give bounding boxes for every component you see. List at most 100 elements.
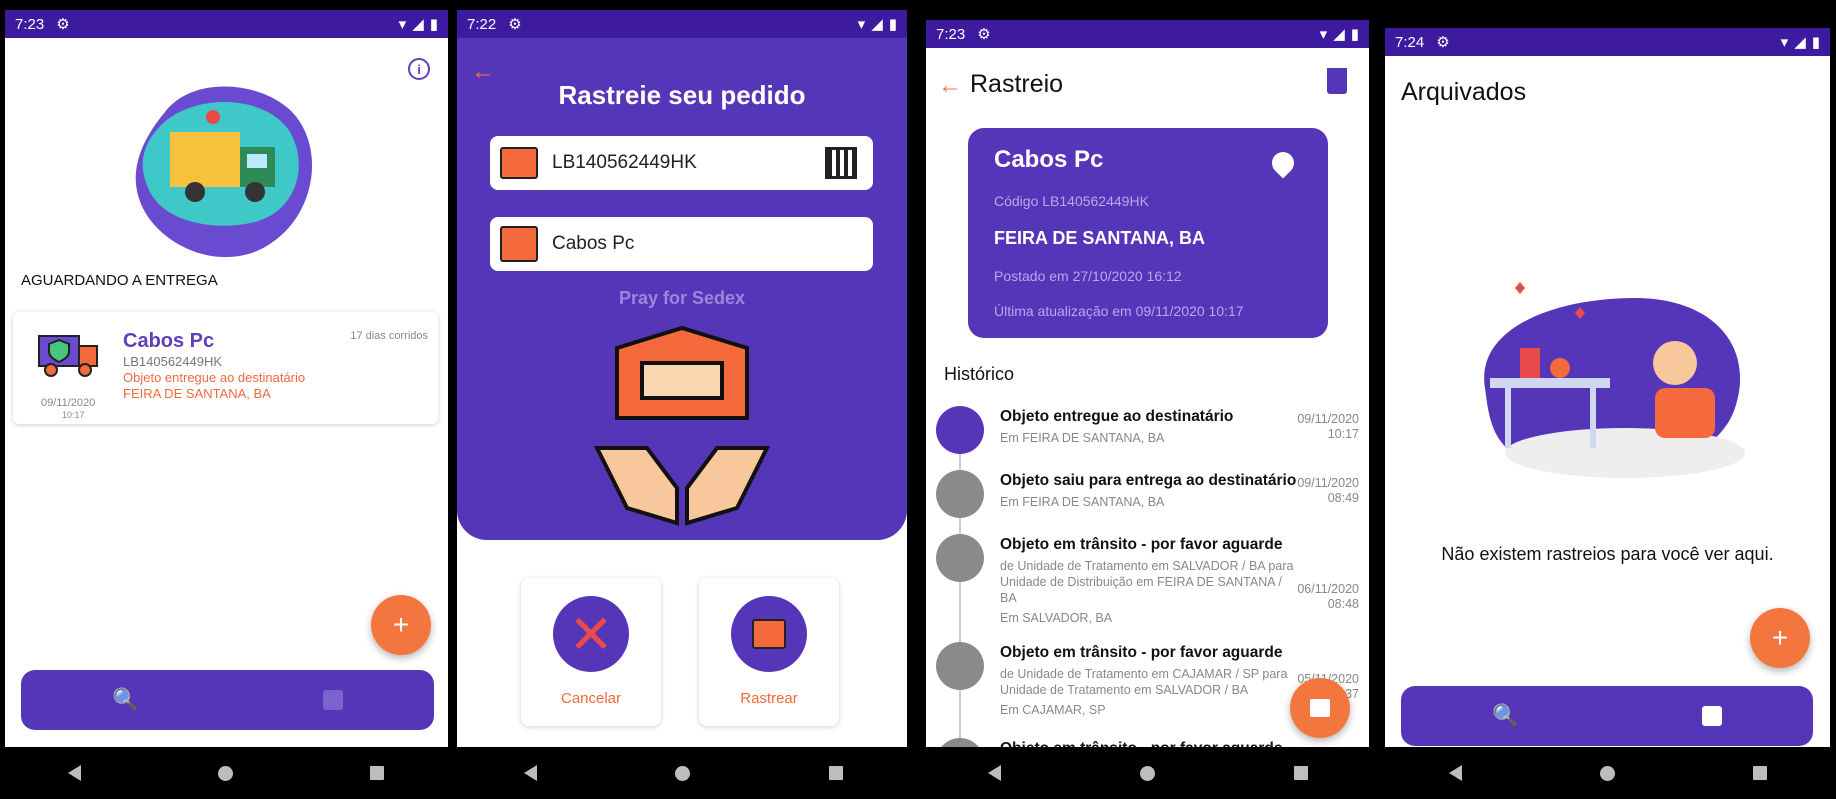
- signal-icon: ◢: [1333, 26, 1345, 43]
- card-name: Cabos Pc: [123, 330, 215, 352]
- status-time: 7:22: [467, 15, 497, 33]
- search-tab-icon[interactable]: 🔍: [1492, 703, 1519, 729]
- relaxing-person-illustration: [1484, 282, 1745, 478]
- status-bar: 7:22 ⚙ ▾ ◢ ▮: [457, 10, 907, 38]
- info-icon[interactable]: i: [408, 58, 430, 80]
- status-bar: 7:23 ⚙ ▾ ◢ ▮: [5, 10, 448, 38]
- summary-name: Cabos Pc: [994, 146, 1104, 173]
- back-nav-icon[interactable]: [987, 765, 1001, 781]
- gear-icon: ⚙: [508, 16, 522, 33]
- back-nav-icon[interactable]: [68, 765, 82, 781]
- history-item-sub: de Unidade de Tratamento em SALVADOR / B…: [1000, 559, 1294, 605]
- history-title: Histórico: [944, 364, 1015, 384]
- add-button[interactable]: +: [1750, 608, 1810, 668]
- delivered-icon: [936, 406, 984, 454]
- cancel-icon: ✕: [553, 596, 629, 672]
- history-item-time: 08:49: [1327, 491, 1359, 505]
- detail-screen: 7:23 ⚙ ▾ ◢ ▮ ← Rastreio Cabos Pc Código LB…: [926, 20, 1369, 755]
- history-item[interactable]: Objeto em trânsito - por favor aguarde d…: [926, 534, 1369, 625]
- summary-city: FEIRA DE SANTANA, BA: [994, 228, 1205, 248]
- summary-code: Código LB140562449HK: [994, 193, 1149, 209]
- history-item-date: 09/11/2020: [1297, 412, 1359, 426]
- bottom-bar: 🔍: [21, 670, 434, 730]
- status-time: 7:23: [15, 15, 45, 33]
- history-item-time: 08:48: [1327, 597, 1359, 611]
- signal-icon: ◢: [871, 16, 883, 33]
- history-item-sub: de Unidade de Tratamento em CAJAMAR / SP…: [1000, 667, 1288, 697]
- home-screen: 7:23 ⚙ ▾ ◢ ▮ i AGUARDANDO A ENTREGA 09/1…: [5, 10, 448, 747]
- track-form-screen: 7:22 ⚙ ▾ ◢ ▮ ← Rastreie seu pedido LB14056…: [457, 10, 907, 755]
- qr-code-icon[interactable]: [825, 147, 857, 179]
- history-item-time: 10:17: [1327, 427, 1359, 441]
- code-field[interactable]: LB140562449HK: [490, 136, 873, 190]
- package-list-icon: [500, 226, 538, 262]
- home-nav-icon[interactable]: [1139, 765, 1155, 781]
- location-pin-icon[interactable]: [1267, 147, 1299, 179]
- history-item-sub: Em FEIRA DE SANTANA, BA: [1000, 431, 1165, 445]
- recents-nav-icon[interactable]: [1753, 766, 1767, 780]
- box-icon: [500, 147, 538, 179]
- history-item[interactable]: Objeto saiu para entrega ao destinatário…: [926, 470, 1369, 530]
- cancel-button[interactable]: ✕ Cancelar: [521, 578, 661, 726]
- history-item-sub: Em FEIRA DE SANTANA, BA: [1000, 495, 1165, 509]
- delivery-truck-illustration: [135, 86, 313, 258]
- system-navbar: [1380, 747, 1836, 799]
- home-nav-icon[interactable]: [1600, 765, 1615, 781]
- name-input[interactable]: Cabos Pc: [552, 233, 634, 255]
- back-arrow-icon[interactable]: ←: [938, 72, 962, 100]
- status-bar: 7:24 ⚙ ▾ ◢ ▮: [1385, 28, 1830, 56]
- code-input[interactable]: LB140562449HK: [552, 152, 697, 174]
- cancel-label: Cancelar: [560, 690, 622, 707]
- tracking-summary-card: Cabos Pc Código LB140562449HK FEIRA DE S…: [968, 128, 1328, 338]
- home-nav-icon[interactable]: [675, 765, 691, 781]
- track-button[interactable]: Rastrear: [699, 578, 839, 726]
- card-days: 17 dias corridos: [350, 330, 428, 342]
- wifi-icon: ▾: [1780, 34, 1789, 51]
- tagline: Pray for Sedex: [618, 288, 746, 308]
- home-nav-icon[interactable]: [217, 765, 233, 781]
- gear-icon: ⚙: [56, 16, 70, 33]
- status-icons: ▾ ◢ ▮: [1781, 33, 1820, 51]
- section-title: AGUARDANDO A ENTREGA: [21, 272, 218, 289]
- history-item-date: 09/11/2020: [1297, 476, 1359, 490]
- recents-nav-icon[interactable]: [1294, 766, 1309, 780]
- summary-updated: Última atualização em 09/11/2020 10:17: [994, 303, 1244, 319]
- recents-nav-icon[interactable]: [369, 766, 384, 780]
- battery-icon: ▮: [429, 16, 438, 33]
- out-for-delivery-icon: [936, 470, 984, 518]
- history-item-title: Objeto em trânsito - por favor aguarde: [1000, 644, 1283, 661]
- card-city: FEIRA DE SANTANA, BA: [123, 386, 271, 401]
- trash-icon[interactable]: [1327, 68, 1347, 94]
- status-time: 7:23: [936, 25, 966, 43]
- archive-tab-icon[interactable]: [322, 690, 343, 710]
- history-item[interactable]: Objeto entregue ao destinatário Em FEIRA…: [926, 406, 1369, 466]
- back-nav-icon[interactable]: [1449, 765, 1462, 781]
- history-item-date: 06/11/2020: [1297, 582, 1359, 596]
- track-label: Rastrear: [740, 690, 798, 707]
- signal-icon: ◢: [1794, 34, 1806, 51]
- phone-detail: 7:23 ⚙ ▾ ◢ ▮ ← Rastreio Cabos Pc Código LB…: [918, 0, 1378, 799]
- delivery-card[interactable]: 09/11/2020 10:17 Cabos Pc 17 dias corrid…: [13, 312, 438, 424]
- status-bar: 7:23 ⚙ ▾ ◢ ▮: [926, 20, 1369, 48]
- system-navbar: [455, 747, 912, 799]
- phone-home: 7:23 ⚙ ▾ ◢ ▮ i AGUARDANDO A ENTREGA 09/1…: [0, 0, 452, 799]
- card-time: 10:17: [62, 410, 85, 420]
- wifi-icon: ▾: [398, 16, 407, 33]
- add-button[interactable]: +: [371, 595, 431, 655]
- back-nav-icon[interactable]: [524, 765, 538, 781]
- recents-nav-icon[interactable]: [828, 766, 843, 780]
- archive-button[interactable]: [1290, 678, 1350, 738]
- wifi-icon: ▾: [857, 16, 866, 33]
- card-date: 09/11/2020: [41, 397, 96, 409]
- phone-track-form: 7:22 ⚙ ▾ ◢ ▮ ← Rastreie seu pedido LB14056…: [455, 0, 912, 799]
- history-item-title: Objeto em trânsito - por favor aguarde: [1000, 536, 1283, 553]
- archive-icon: [1310, 699, 1330, 717]
- bottom-bar: 🔍: [1401, 686, 1813, 746]
- history-item-location: Em CAJAMAR, SP: [1000, 703, 1106, 717]
- package-search-icon: [731, 596, 807, 672]
- summary-posted: Postado em 27/10/2020 16:12: [994, 268, 1182, 284]
- archive-tab-icon[interactable]: [1701, 706, 1722, 726]
- name-field[interactable]: Cabos Pc: [490, 217, 873, 271]
- card-status: Objeto entregue ao destinatário: [123, 370, 306, 385]
- search-tab-icon[interactable]: 🔍: [112, 687, 139, 713]
